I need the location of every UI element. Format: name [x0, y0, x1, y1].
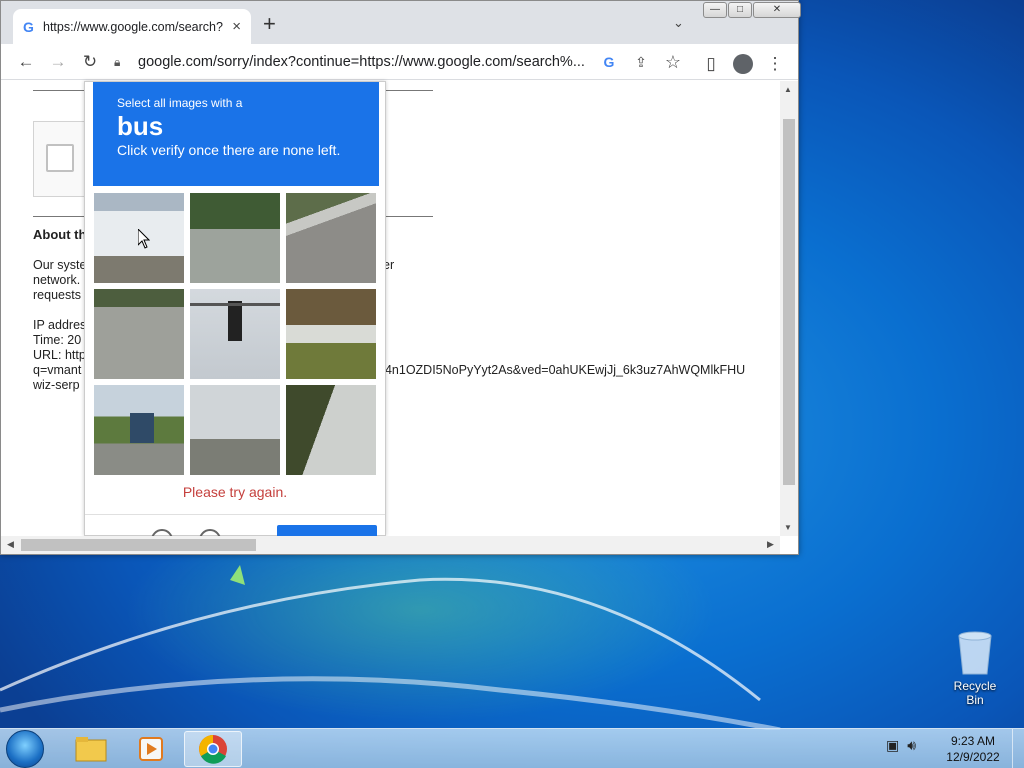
clock[interactable]: 9:23 AM 12/9/2022 [940, 733, 1006, 765]
google-favicon-icon: G [23, 18, 34, 35]
side-panel-icon[interactable]: ▯ [695, 48, 727, 80]
tile-bus-on-road[interactable] [285, 288, 377, 380]
reload-button[interactable]: ↻ [74, 46, 106, 78]
image-grid [93, 192, 379, 478]
share-icon[interactable]: ⇪ [625, 54, 657, 71]
mouse-cursor [138, 229, 150, 249]
tile-bus-street[interactable] [93, 384, 185, 476]
challenge-instruction: Select all images with a [117, 96, 243, 110]
tile-palm-tree[interactable] [285, 384, 377, 476]
vertical-scrollbar[interactable]: ▲ ▼ [780, 81, 798, 536]
challenge-header: Select all images with a bus Click verif… [93, 82, 379, 186]
clock-time: 9:23 AM [950, 734, 996, 748]
para-line: network. [33, 273, 81, 287]
tab-search-button[interactable]: ⌄ [673, 15, 684, 31]
challenge-subtext: Click verify once there are none left. [117, 142, 341, 158]
taskbar-chrome[interactable] [184, 731, 242, 767]
taskbar-explorer[interactable] [62, 731, 120, 767]
url-text[interactable]: google.com/sorry/index?continue=https://… [138, 54, 593, 70]
back-button[interactable]: ← [10, 46, 42, 78]
info-line: IP addres [33, 318, 87, 332]
tile-crosswalk[interactable] [93, 288, 185, 380]
menu-icon[interactable]: ⋮ [759, 48, 791, 80]
recycle-bin-desktop-icon[interactable]: Recycle Bin [944, 630, 1006, 707]
tile-road[interactable] [189, 192, 281, 284]
wallpaper-swirl [0, 565, 781, 730]
chrome-icon [199, 735, 227, 764]
minimize-button[interactable]: — [703, 2, 727, 18]
taskbar-media-player[interactable] [122, 731, 180, 767]
start-button[interactable] [6, 730, 44, 768]
error-message: Please try again. [182, 484, 288, 500]
bookmark-star-icon[interactable]: ☆ [657, 52, 689, 73]
challenge-target: bus [117, 111, 164, 141]
address-bar[interactable]: 🔒︎ google.com/sorry/index?continue=https… [114, 48, 689, 76]
about-heading: About th [33, 227, 87, 242]
google-translate-icon[interactable]: G [593, 54, 625, 70]
window-controls: — □ ✕ [703, 2, 802, 18]
media-player-icon [139, 737, 163, 761]
tile-guardrail-road[interactable] [285, 192, 377, 284]
info-line: wiz-serp [33, 378, 80, 392]
tile-palm-street[interactable] [189, 384, 281, 476]
new-tab-button[interactable]: + [263, 13, 276, 35]
info-line: q=vmant [33, 363, 82, 377]
lock-icon[interactable]: 🔒︎ [114, 55, 138, 70]
folder-icon [75, 737, 107, 762]
scroll-right-icon[interactable]: ▶ [767, 539, 774, 550]
scroll-left-icon[interactable]: ◀ [7, 539, 14, 550]
tile-traffic-light[interactable] [189, 288, 281, 380]
recaptcha-challenge: Select all images with a bus Click verif… [84, 81, 386, 551]
browser-tab[interactable]: G https://www.google.com/search? × [13, 9, 251, 44]
taskbar: ▣ 🔊︎ 9:23 AM 12/9/2022 [0, 728, 1024, 768]
url-tail: TY4n1OZDI5NoPyYyt2As&ved=0ahUKEwjJj_6k3u… [369, 363, 746, 377]
close-window-button[interactable]: ✕ [753, 2, 801, 18]
volume-icon[interactable]: 🔊︎ [907, 737, 916, 754]
scroll-down-icon[interactable]: ▼ [784, 523, 792, 532]
recycle-bin-label: Recycle Bin [953, 679, 997, 707]
forward-button[interactable]: → [42, 46, 74, 78]
maximize-button[interactable]: □ [728, 2, 752, 18]
tab-strip: G https://www.google.com/search? × + ⌄ —… [1, 1, 801, 44]
tab-close-icon[interactable]: × [226, 18, 241, 35]
horizontal-scrollbar[interactable]: ◀ ▶ [1, 536, 780, 554]
recycle-bin-icon [958, 631, 992, 675]
system-tray: ▣ 🔊︎ [886, 737, 916, 754]
challenge-footer [85, 514, 385, 551]
browser-window: G https://www.google.com/search? × + ⌄ —… [0, 0, 801, 555]
horizontal-scroll-thumb[interactable] [21, 539, 256, 551]
para-line: Our syste [33, 258, 87, 272]
para-line: requests [33, 288, 81, 302]
profile-icon[interactable] [727, 48, 759, 80]
info-line: URL: http [33, 348, 86, 362]
browser-toolbar: ← → ↻ 🔒︎ google.com/sorry/index?continue… [1, 44, 798, 80]
scroll-up-icon[interactable]: ▲ [784, 85, 792, 94]
tab-title: https://www.google.com/search? [43, 19, 223, 34]
info-line: Time: 20 [33, 333, 82, 347]
network-icon[interactable]: ▣ [886, 737, 899, 754]
recaptcha-checkbox[interactable] [46, 144, 74, 172]
show-desktop-button[interactable] [1012, 729, 1024, 768]
vertical-scroll-thumb[interactable] [783, 119, 795, 485]
clock-date: 12/9/2022 [946, 750, 1000, 764]
